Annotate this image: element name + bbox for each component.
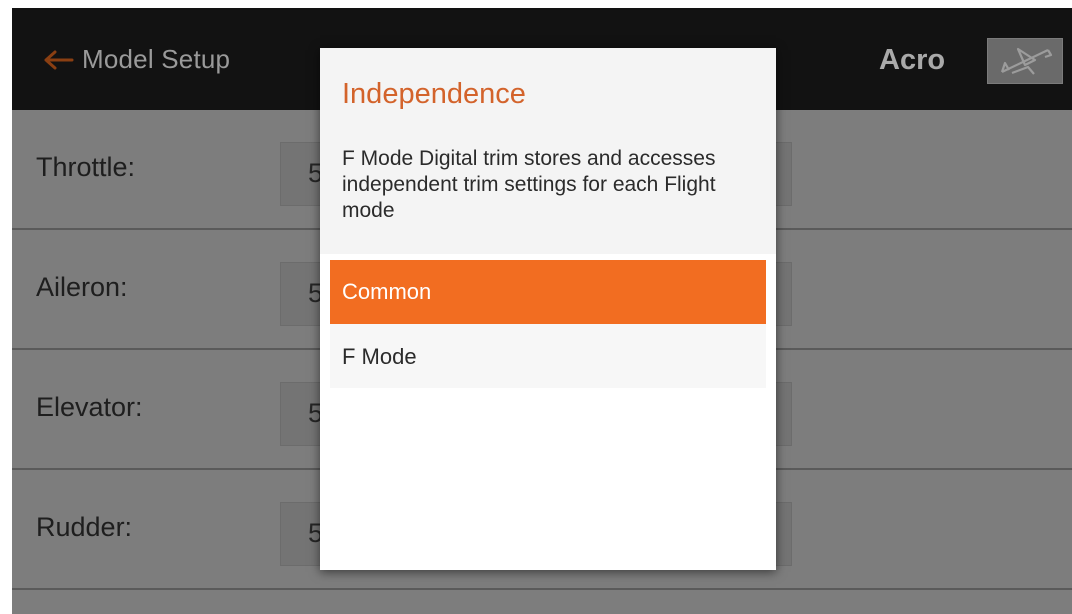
dialog-description: F Mode Digital trim stores and accesses … bbox=[342, 147, 716, 222]
transmitter-screen: Model Setup Acro Throttle: 5 Aileron: 5 … bbox=[12, 8, 1072, 614]
model-type-button[interactable] bbox=[987, 38, 1063, 84]
option-common[interactable]: Common bbox=[330, 260, 766, 324]
back-label: Model Setup bbox=[82, 44, 231, 74]
row-label: Rudder: bbox=[36, 512, 133, 542]
flight-mode-label: Acro bbox=[879, 44, 946, 76]
dialog-header: Independence F Mode Digital trim stores … bbox=[320, 48, 776, 254]
row-label: Aileron: bbox=[36, 272, 128, 302]
option-f-mode[interactable]: F Mode bbox=[330, 324, 766, 388]
option-label: F Mode bbox=[342, 344, 417, 369]
device-frame: Model Setup Acro Throttle: 5 Aileron: 5 … bbox=[0, 0, 1072, 614]
option-label: Common bbox=[342, 279, 432, 304]
row-label: Throttle: bbox=[36, 152, 136, 182]
back-button[interactable]: Model Setup bbox=[44, 44, 230, 75]
independence-dialog: Independence F Mode Digital trim stores … bbox=[320, 48, 776, 570]
row-label: Elevator: bbox=[36, 392, 143, 422]
back-arrow-icon bbox=[44, 50, 74, 69]
dialog-title: Independence bbox=[342, 78, 526, 110]
airplane-icon bbox=[1000, 47, 1053, 75]
row-divider bbox=[12, 588, 1072, 590]
